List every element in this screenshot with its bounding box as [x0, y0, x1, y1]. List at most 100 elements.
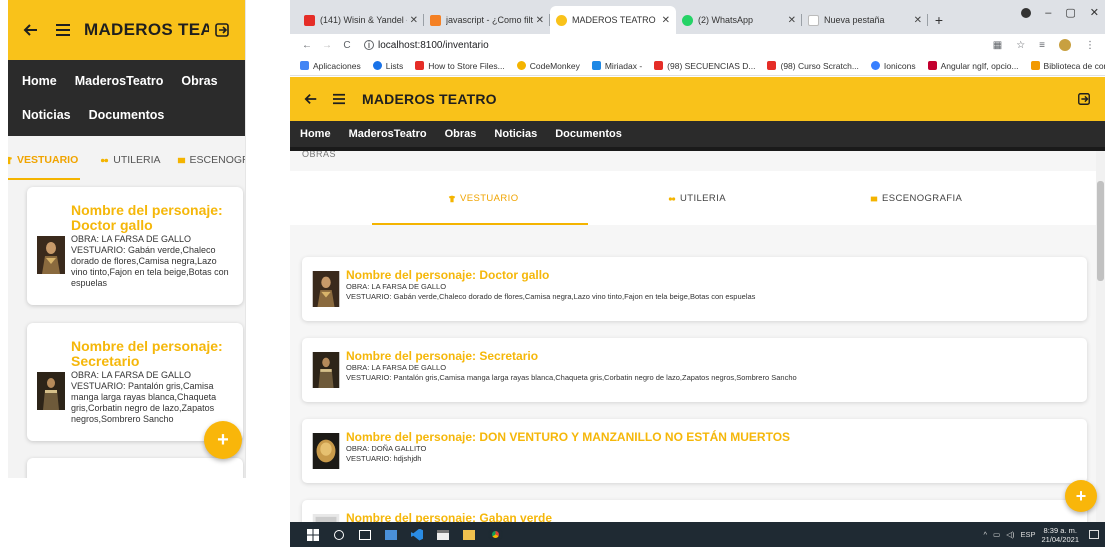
character-card[interactable]: Nombre del personaje: DON VENTURO Y MANZ…	[302, 419, 1087, 483]
logout-icon[interactable]	[1073, 88, 1095, 110]
browser-tab[interactable]: javascript - ¿Como filtro dat ✕	[424, 6, 550, 34]
extension-icon[interactable]	[1059, 39, 1071, 51]
character-card[interactable]: Nombre del personaje: Gaban verde	[302, 500, 1087, 522]
language-indicator[interactable]: ESP	[1020, 530, 1035, 539]
new-tab-button[interactable]: +	[928, 6, 950, 34]
vscode-icon[interactable]	[404, 522, 430, 547]
terminal-icon[interactable]	[430, 522, 456, 547]
character-card[interactable]: Nombre del personaje: Secretario OBRA: L…	[27, 323, 243, 441]
windows-start-icon[interactable]	[300, 522, 326, 547]
store-icon[interactable]	[378, 522, 404, 547]
bookmark-item[interactable]: Lists	[372, 61, 403, 71]
tab-escenografia[interactable]: ESCENOGRAFI	[177, 154, 245, 166]
menu-icon[interactable]	[328, 88, 350, 110]
desktop-segment-tabs: VESTUARIO UTILERIA ESCENOGRAFIA	[290, 171, 1096, 225]
more-menu-icon[interactable]: ⋮	[1085, 40, 1095, 51]
clock-date: 21/04/2021	[1041, 534, 1079, 544]
bookmark-item[interactable]: How to Store Files...	[415, 61, 505, 71]
add-fab-button[interactable]: +	[1065, 480, 1097, 512]
tab-label: ESCENOGRAFIA	[882, 193, 963, 204]
bookmark-item[interactable]: Ionicons	[870, 61, 916, 71]
maximize-button[interactable]: ▢	[1065, 6, 1075, 19]
scrollbar-thumb[interactable]	[1097, 181, 1104, 281]
tab-utileria[interactable]: UTILERIA	[100, 154, 161, 166]
close-window-button[interactable]: ✕	[1090, 6, 1099, 19]
bookmark-item[interactable]: Biblioteca de comp...	[1030, 60, 1105, 71]
close-icon[interactable]: ✕	[536, 15, 544, 26]
logout-icon[interactable]	[209, 17, 235, 43]
close-icon[interactable]: ✕	[914, 15, 922, 26]
character-name: Nombre del personaje: Doctor gallo	[71, 202, 223, 233]
active-tab-indicator	[8, 178, 80, 180]
bookmark-item[interactable]: Angular ngIf, opcio...	[927, 61, 1019, 71]
bookmark-item[interactable]: CodeMonkey	[516, 61, 580, 71]
character-card[interactable]: Nombre del personaje: Secretario OBRA: L…	[302, 338, 1087, 402]
forward-icon[interactable]: →	[318, 40, 336, 51]
desktop-toolbar: MADEROS TEATRO	[290, 77, 1105, 121]
notification-icon[interactable]	[1089, 530, 1099, 539]
file-explorer-icon[interactable]	[456, 522, 482, 547]
nav-obras[interactable]: Obras	[181, 74, 217, 88]
reload-icon[interactable]: C	[338, 40, 356, 51]
back-arrow-icon[interactable]	[300, 88, 322, 110]
chrome-icon[interactable]	[482, 522, 508, 547]
nav-home[interactable]: Home	[22, 74, 57, 88]
nav-maderosteatro[interactable]: MaderosTeatro	[349, 128, 427, 140]
section-header-obras: OBRAS	[302, 151, 337, 159]
stage-icon	[870, 196, 878, 201]
whatsapp-icon	[682, 14, 693, 26]
nav-documentos[interactable]: Documentos	[555, 128, 622, 140]
bookmark-label: Aplicaciones	[313, 60, 361, 71]
task-view-icon[interactable]	[352, 522, 378, 547]
clock-time: 8:39 a. m.	[1043, 525, 1077, 535]
active-tab-indicator	[372, 223, 588, 225]
browser-tab-active[interactable]: MADEROS TEATRO ✕	[550, 6, 676, 34]
tab-vestuario[interactable]: VESTUARIO	[8, 154, 78, 166]
nav-obras[interactable]: Obras	[445, 128, 477, 140]
page-scrollbar[interactable]	[1096, 151, 1105, 522]
nav-noticias[interactable]: Noticias	[22, 108, 71, 122]
search-icon[interactable]	[326, 522, 352, 547]
back-arrow-icon[interactable]	[18, 17, 44, 43]
youtube-icon	[767, 61, 777, 70]
star-icon[interactable]: ☆	[1016, 40, 1025, 51]
tab-escenografia[interactable]: ESCENOGRAFIA	[870, 193, 962, 204]
nav-documentos[interactable]: Documentos	[89, 108, 165, 122]
menu-icon[interactable]	[50, 17, 76, 43]
nav-home[interactable]: Home	[300, 128, 331, 140]
browser-tab[interactable]: Nueva pestaña ✕	[802, 6, 928, 34]
character-card[interactable]: Nombre del personaje: Doctor gallo OBRA:…	[302, 257, 1087, 321]
nav-noticias[interactable]: Noticias	[494, 128, 537, 140]
bookmark-item[interactable]: Aplicaciones	[300, 61, 361, 71]
bookmark-item[interactable]: Miriadax -	[591, 61, 642, 71]
browser-tab[interactable]: (2) WhatsApp ✕	[676, 6, 802, 34]
url-field[interactable]: i localhost:8100/inventario	[364, 40, 489, 51]
character-obra: OBRA: LA FARSA DE GALLO	[346, 282, 447, 291]
close-icon[interactable]: ✕	[410, 15, 418, 26]
close-icon[interactable]: ✕	[662, 15, 670, 26]
character-card[interactable]: Nombre del personaje: Doctor gallo OBRA:…	[27, 187, 243, 305]
miriadax-icon	[591, 61, 601, 70]
reading-list-icon[interactable]: ≡	[1039, 40, 1045, 51]
tray-chevron-icon[interactable]: ^	[984, 530, 988, 539]
bookmark-item[interactable]: (98) Curso Scratch...	[767, 61, 859, 71]
bookmark-label: Biblioteca de comp...	[1043, 60, 1105, 71]
bookmark-label: (98) SECUENCIAS D...	[667, 60, 756, 71]
browser-tabstrip: (141) Wisin & Yandel - D ✕ javascript - …	[290, 0, 1105, 34]
nav-maderosteatro[interactable]: MaderosTeatro	[75, 74, 164, 88]
add-fab-button[interactable]: +	[204, 421, 242, 459]
browser-tab[interactable]: (141) Wisin & Yandel - D ✕	[298, 6, 424, 34]
url-text: localhost:8100/inventario	[378, 39, 489, 51]
network-icon[interactable]: ▭	[993, 530, 1000, 539]
back-icon[interactable]: ←	[298, 40, 316, 51]
clock[interactable]: 8:39 a. m. 21/04/2021	[1041, 526, 1079, 544]
tab-utileria[interactable]: UTILERIA	[668, 193, 726, 204]
app-title: MADEROS TEATRO	[362, 91, 497, 107]
volume-icon[interactable]: ◁)	[1006, 530, 1014, 539]
translate-icon[interactable]: ▦	[993, 40, 1002, 51]
minimize-button[interactable]: –	[1045, 7, 1051, 19]
bookmark-item[interactable]: (98) SECUENCIAS D...	[654, 61, 755, 71]
profile-icon[interactable]	[1021, 7, 1032, 18]
tab-vestuario[interactable]: VESTUARIO	[448, 193, 519, 204]
close-icon[interactable]: ✕	[788, 15, 796, 26]
